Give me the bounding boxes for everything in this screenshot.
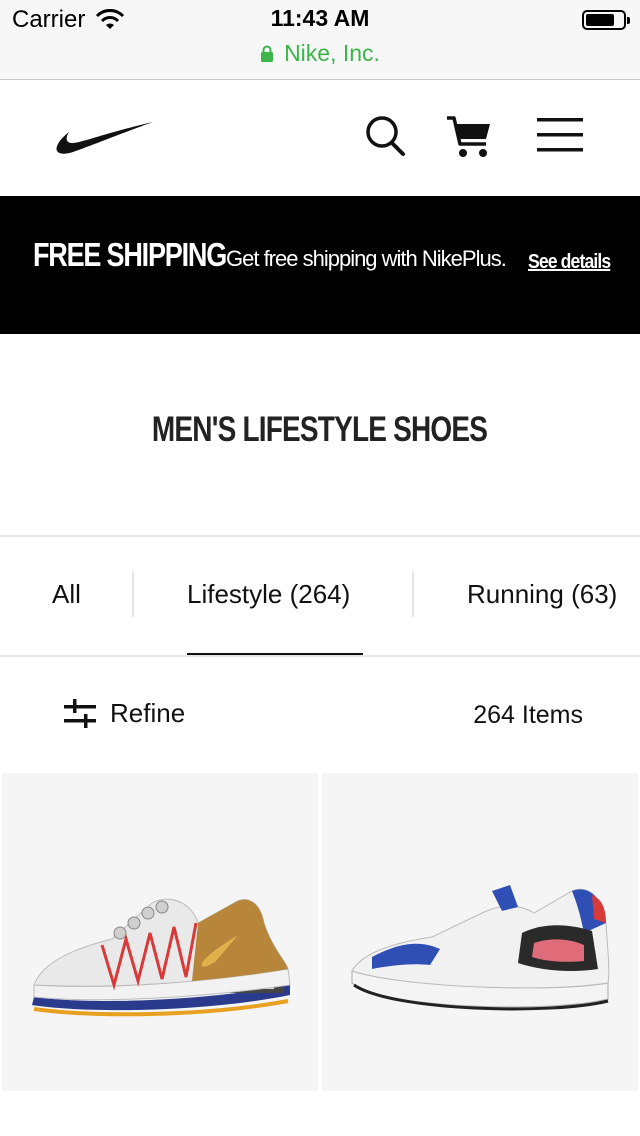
url-bar[interactable]: Nike, Inc. bbox=[0, 40, 640, 67]
tab-running[interactable]: Running (63) bbox=[467, 579, 617, 610]
tab-divider bbox=[132, 571, 134, 617]
product-image-shoe bbox=[32, 898, 291, 1017]
tab-lifestyle[interactable]: Lifestyle (264) bbox=[187, 579, 350, 610]
refine-label: Refine bbox=[110, 698, 186, 728]
menu-icon[interactable] bbox=[537, 117, 583, 153]
site-header bbox=[0, 80, 640, 196]
product-image-shoe bbox=[351, 885, 610, 1011]
page-title-wrap: MEN'S LIFESTYLE SHOES bbox=[0, 410, 640, 450]
refine-button[interactable]: Refine bbox=[64, 698, 185, 729]
promo-banner: FREE SHIPPING Get free shipping with Nik… bbox=[0, 196, 640, 334]
search-icon[interactable] bbox=[364, 114, 406, 158]
status-time: 11:43 AM bbox=[270, 5, 370, 31]
tab-divider bbox=[412, 571, 414, 617]
cart-icon[interactable] bbox=[446, 114, 492, 160]
item-count: 264 Items bbox=[473, 701, 583, 729]
nike-logo[interactable] bbox=[55, 120, 155, 156]
tab-selected-indicator bbox=[187, 653, 363, 655]
product-card[interactable] bbox=[2, 773, 318, 1091]
promo-title: FREE SHIPPING bbox=[33, 236, 227, 273]
page-title: MEN'S LIFESTYLE SHOES bbox=[152, 410, 488, 449]
promo-text: Get free shipping with NikePlus. bbox=[226, 246, 507, 271]
site-name: Nike, Inc. bbox=[284, 40, 380, 66]
status-bar: Carrier 11:43 AM Nike, Inc. bbox=[0, 0, 640, 80]
tab-all[interactable]: All bbox=[52, 579, 81, 610]
sliders-icon bbox=[64, 698, 96, 728]
see-details-link[interactable]: See details bbox=[528, 251, 611, 274]
lock-icon bbox=[261, 45, 274, 62]
category-tabs: All Lifestyle (264) Running (63) bbox=[0, 535, 640, 657]
battery-icon bbox=[582, 10, 630, 30]
product-card[interactable] bbox=[322, 773, 638, 1091]
